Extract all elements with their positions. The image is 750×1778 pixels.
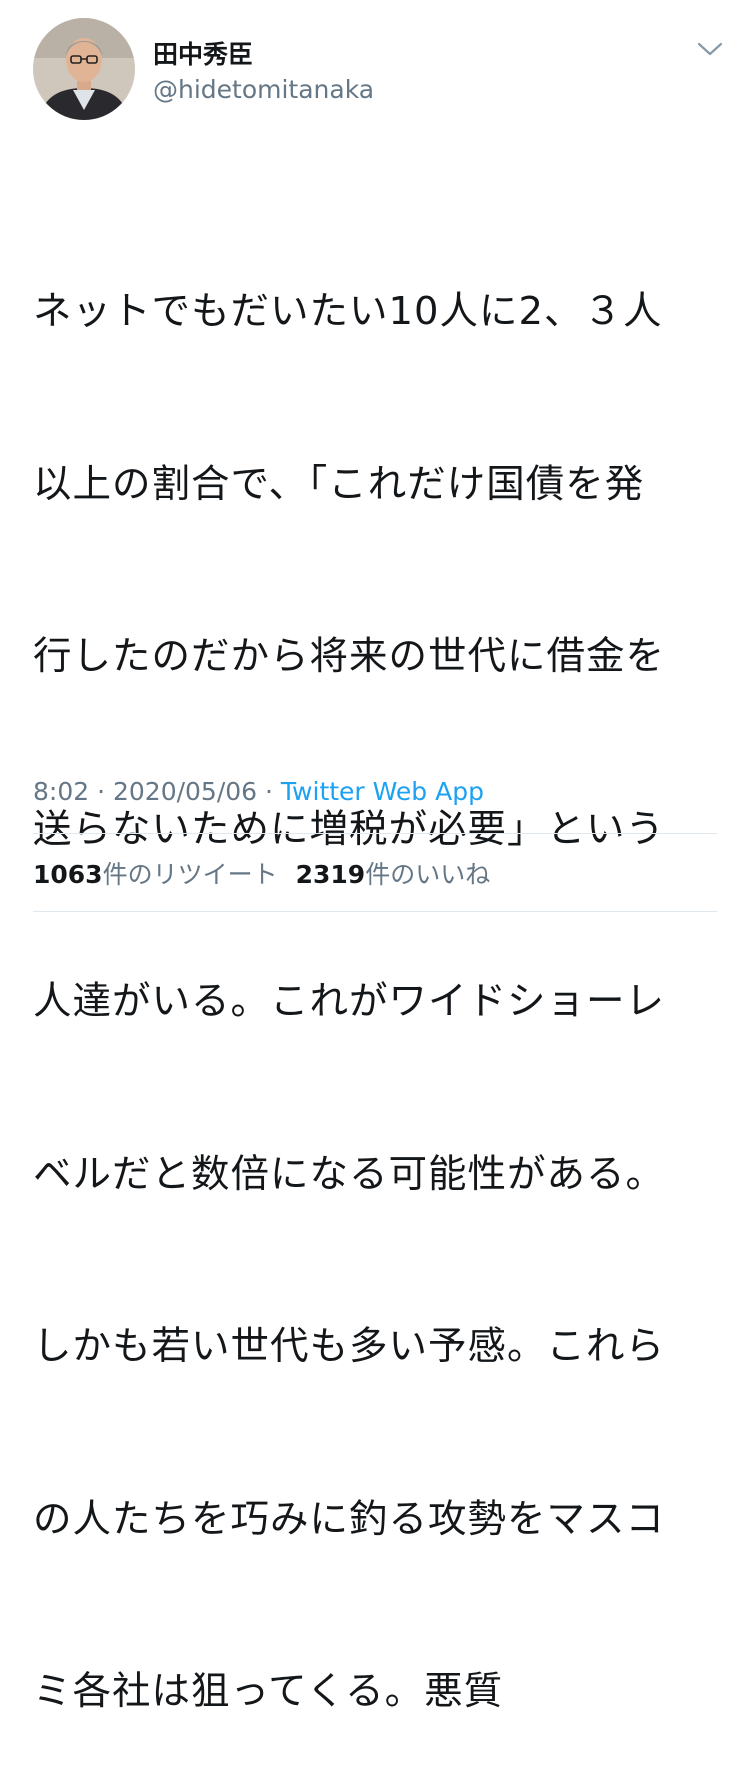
tweet-text-line: ミ各社は狙ってくる。悪質	[33, 1669, 504, 1714]
tweet-text-line: の人たちを巧みに釣る攻勢をマスコ	[33, 1496, 666, 1542]
tweet-text-line: しかも若い世代も多い予感。これら	[33, 1324, 666, 1369]
avatar[interactable]	[33, 18, 135, 120]
meta-separator: ·	[257, 777, 281, 806]
retweets-stat[interactable]: 1063件のリツイート	[33, 857, 278, 893]
retweets-label: 件のリツイート	[102, 860, 278, 889]
tweet-date[interactable]: 2020/05/06	[113, 777, 257, 806]
retweets-count: 1063	[33, 860, 103, 889]
tweet-text-line: 行したのだから将来の世代に借金を	[33, 634, 666, 679]
tweet-time[interactable]: 8:02	[33, 777, 89, 806]
author-display-name[interactable]: 田中秀臣	[153, 40, 253, 70]
divider	[33, 911, 717, 912]
likes-count: 2319	[295, 860, 366, 889]
tweet-meta: 8:02 · 2020/05/06 · Twitter Web App	[33, 774, 484, 810]
tweet-stats: 1063件のリツイート 2319件のいいね	[33, 857, 490, 893]
source-app-link[interactable]: Twitter Web App	[281, 777, 484, 806]
likes-label: 件のいいね	[365, 860, 491, 889]
meta-separator: ·	[89, 777, 113, 806]
tweet-text-line: 以上の割合で、「これだけ国債を発	[33, 461, 645, 507]
author-handle[interactable]: @hidetomitanaka	[153, 74, 374, 106]
divider	[33, 833, 717, 834]
tweet-header: 田中秀臣 @hidetomitanaka	[33, 18, 723, 122]
tweet-text: ネットでもだいたい10人に2、３人 以上の割合で、「これだけ国債を発 行したのだ…	[33, 168, 723, 1778]
chevron-down-icon[interactable]	[697, 40, 723, 58]
likes-stat[interactable]: 2319件のいいね	[296, 857, 491, 893]
tweet-text-line: 人達がいる。これがワイドショーレ	[33, 979, 666, 1024]
tweet-text-line: ベルだと数倍になる可能性がある。	[33, 1151, 666, 1197]
tweet-text-line: ネットでもだいたい10人に2、３人	[33, 289, 663, 334]
